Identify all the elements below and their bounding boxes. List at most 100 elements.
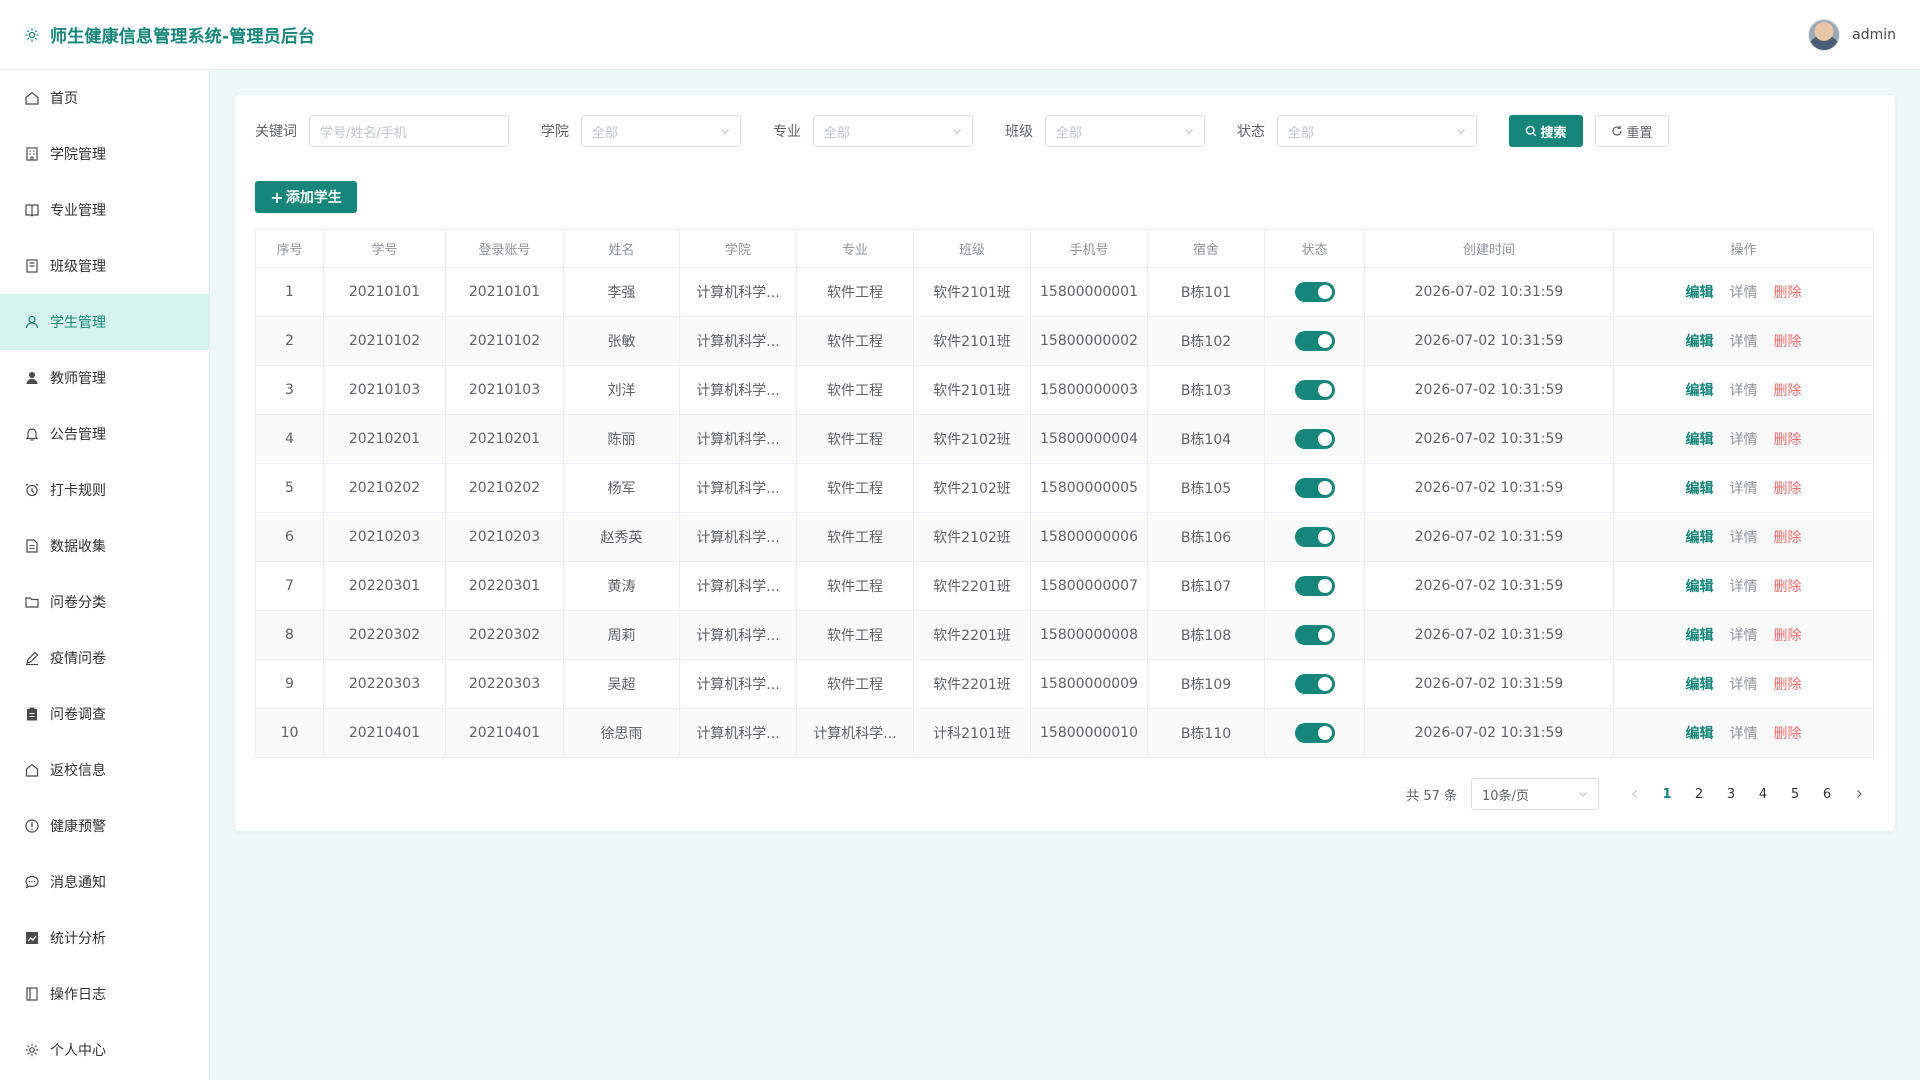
delete-link[interactable]: 删除 <box>1774 334 1802 350</box>
user-menu[interactable]: admin <box>1808 18 1920 51</box>
page-number[interactable]: 2 <box>1683 787 1715 802</box>
status-toggle[interactable] <box>1294 282 1335 302</box>
house-icon <box>24 762 40 778</box>
delete-link[interactable]: 删除 <box>1774 285 1802 301</box>
detail-link[interactable]: 详情 <box>1730 530 1758 546</box>
major-cell: 软件工程 <box>796 610 914 660</box>
chevron-down-icon <box>952 126 962 136</box>
detail-link[interactable]: 详情 <box>1730 677 1758 693</box>
status-toggle[interactable] <box>1294 527 1335 547</box>
page-number[interactable]: 3 <box>1715 787 1747 802</box>
edit-link[interactable]: 编辑 <box>1686 285 1714 301</box>
edit-link[interactable]: 编辑 <box>1686 334 1714 350</box>
delete-link[interactable]: 删除 <box>1774 628 1802 644</box>
detail-link[interactable]: 详情 <box>1730 481 1758 497</box>
sidebar-item[interactable]: 打卡规则 <box>0 462 209 518</box>
sidebar-item[interactable]: 消息通知 <box>0 854 209 910</box>
edit-link[interactable]: 编辑 <box>1686 383 1714 399</box>
delete-link[interactable]: 删除 <box>1774 677 1802 693</box>
detail-link[interactable]: 详情 <box>1730 334 1758 350</box>
delete-link[interactable]: 删除 <box>1774 383 1802 399</box>
page-number[interactable]: 4 <box>1747 787 1779 802</box>
class-cell: 软件2201班 <box>913 610 1031 660</box>
edit-link[interactable]: 编辑 <box>1686 677 1714 693</box>
dorm-cell: B栋106 <box>1147 512 1265 562</box>
sidebar-item[interactable]: 教师管理 <box>0 350 209 406</box>
next-page-icon[interactable] <box>1843 789 1875 799</box>
sidebar-item[interactable]: 问卷分类 <box>0 574 209 630</box>
sidebar-item[interactable]: 学生管理 <box>0 294 209 350</box>
status-select-value: 全部 <box>1288 125 1315 141</box>
edit-link[interactable]: 编辑 <box>1686 726 1714 742</box>
sidebar-item[interactable]: 返校信息 <box>0 742 209 798</box>
sidebar-item[interactable]: 专业管理 <box>0 182 209 238</box>
college-select[interactable]: 全部 <box>581 115 741 147</box>
status-toggle[interactable] <box>1294 625 1335 645</box>
pen-icon <box>24 650 40 666</box>
edit-link[interactable]: 编辑 <box>1686 579 1714 595</box>
class-select[interactable]: 全部 <box>1045 115 1205 147</box>
avatar[interactable] <box>1808 18 1841 51</box>
detail-link[interactable]: 详情 <box>1730 432 1758 448</box>
row-index: 1 <box>255 267 324 317</box>
detail-link[interactable]: 详情 <box>1730 579 1758 595</box>
status-cell <box>1264 610 1365 660</box>
class-cell: 软件2102班 <box>913 463 1031 513</box>
chevron-down-icon <box>720 126 730 136</box>
sidebar-item[interactable]: 操作日志 <box>0 966 209 1022</box>
edit-link[interactable]: 编辑 <box>1686 530 1714 546</box>
sidebar-item[interactable]: 健康预警 <box>0 798 209 854</box>
page-number[interactable]: 6 <box>1811 787 1843 802</box>
sidebar-item[interactable]: 学院管理 <box>0 126 209 182</box>
sidebar-item[interactable]: 首页 <box>0 70 209 126</box>
edit-link[interactable]: 编辑 <box>1686 481 1714 497</box>
status-toggle[interactable] <box>1294 478 1335 498</box>
delete-link[interactable]: 删除 <box>1774 432 1802 448</box>
status-toggle[interactable] <box>1294 723 1335 743</box>
sidebar-item[interactable]: 统计分析 <box>0 910 209 966</box>
keyword-placeholder: 学号/姓名/手机 <box>320 125 407 141</box>
status-toggle[interactable] <box>1294 380 1335 400</box>
detail-link[interactable]: 详情 <box>1730 383 1758 399</box>
sidebar-item[interactable]: 班级管理 <box>0 238 209 294</box>
gear-icon <box>24 1042 40 1058</box>
status-toggle[interactable] <box>1294 674 1335 694</box>
column-header: 状态 <box>1264 229 1365 268</box>
page-number[interactable]: 1 <box>1651 787 1683 802</box>
username[interactable]: admin <box>1852 27 1896 43</box>
table-row: 5 20210202 20210202 杨军 计算机科学... 软件工程 软件2102班 15… <box>255 463 1874 513</box>
prev-page-icon[interactable] <box>1619 789 1651 799</box>
sidebar-item[interactable]: 数据收集 <box>0 518 209 574</box>
search-button[interactable]: 搜索 <box>1509 115 1583 147</box>
edit-link[interactable]: 编辑 <box>1686 432 1714 448</box>
status-toggle[interactable] <box>1294 429 1335 449</box>
status-toggle[interactable] <box>1294 576 1335 596</box>
reset-button[interactable]: 重置 <box>1595 115 1669 147</box>
detail-link[interactable]: 详情 <box>1730 285 1758 301</box>
page-number[interactable]: 5 <box>1779 787 1811 802</box>
major-select[interactable]: 全部 <box>813 115 973 147</box>
sidebar-item[interactable]: 个人中心 <box>0 1022 209 1078</box>
delete-link[interactable]: 删除 <box>1774 481 1802 497</box>
edit-link[interactable]: 编辑 <box>1686 628 1714 644</box>
status-select[interactable]: 全部 <box>1277 115 1477 147</box>
delete-link[interactable]: 删除 <box>1774 726 1802 742</box>
delete-link[interactable]: 删除 <box>1774 579 1802 595</box>
row-index: 7 <box>255 561 324 611</box>
student-id: 20220301 <box>323 561 446 611</box>
sidebar-item[interactable]: 公告管理 <box>0 406 209 462</box>
detail-link[interactable]: 详情 <box>1730 628 1758 644</box>
delete-link[interactable]: 删除 <box>1774 530 1802 546</box>
sidebar-item[interactable]: 问卷调查 <box>0 686 209 742</box>
sidebar-item[interactable]: 疫情问卷 <box>0 630 209 686</box>
keyword-input[interactable]: 学号/姓名/手机 <box>309 115 509 147</box>
page-size-select[interactable]: 10条/页 <box>1471 778 1599 810</box>
status-toggle[interactable] <box>1294 331 1335 351</box>
add-student-button[interactable]: + 添加学生 <box>255 181 357 213</box>
login-account: 20210103 <box>445 365 564 415</box>
detail-link[interactable]: 详情 <box>1730 726 1758 742</box>
row-index: 6 <box>255 512 324 562</box>
row-index: 5 <box>255 463 324 513</box>
phone-cell: 15800000008 <box>1030 610 1148 660</box>
table-row: 10 20210401 20210401 徐思雨 计算机科学... 计算机科学... 计科2… <box>255 708 1874 758</box>
